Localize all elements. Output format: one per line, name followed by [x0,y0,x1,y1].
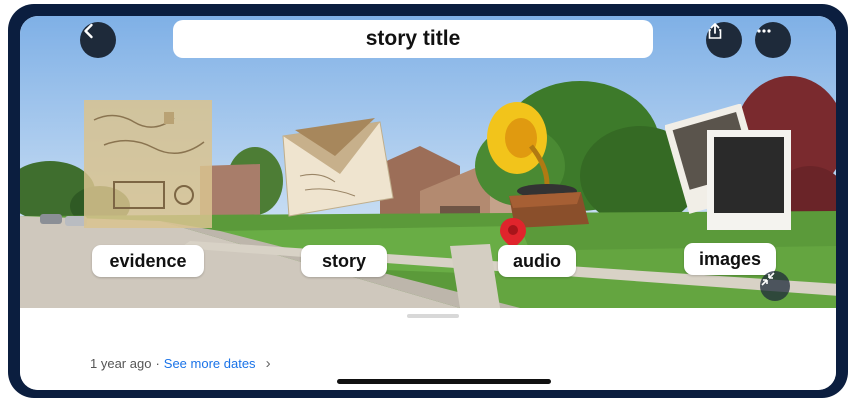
share-icon [708,23,722,39]
separator: · [155,356,160,371]
story-label[interactable]: story [301,245,387,277]
device-frame: evidence story audio images story title [8,4,848,398]
envelope-icon[interactable] [275,116,400,224]
home-indicator [337,379,551,384]
chevron-right-icon[interactable]: › [266,355,271,372]
minimize-icon [761,272,775,286]
evidence-label[interactable]: evidence [92,245,204,277]
story-title[interactable]: story title [173,20,653,58]
audio-label[interactable]: audio [498,245,576,277]
see-more-dates-link[interactable]: See more dates [164,356,256,371]
dates-row: 1 year ago · See more dates › [90,355,271,372]
more-horizontal-icon [757,29,771,33]
screen: evidence story audio images story title [20,16,836,390]
gramophone-icon[interactable] [485,96,595,236]
chevron-left-icon [84,23,93,39]
share-button[interactable] [706,22,742,58]
capture-age: 1 year ago [90,356,152,371]
back-button[interactable] [80,22,116,58]
collapse-button[interactable] [760,271,790,301]
polaroid-photos-icon[interactable] [665,104,795,236]
more-button[interactable] [755,22,791,58]
street-view-scene[interactable]: evidence story audio images story title [20,16,836,308]
bottom-sheet: 1 year ago · See more dates › [20,308,836,390]
old-letters-icon[interactable] [84,100,212,228]
sheet-grabber[interactable] [407,314,459,318]
